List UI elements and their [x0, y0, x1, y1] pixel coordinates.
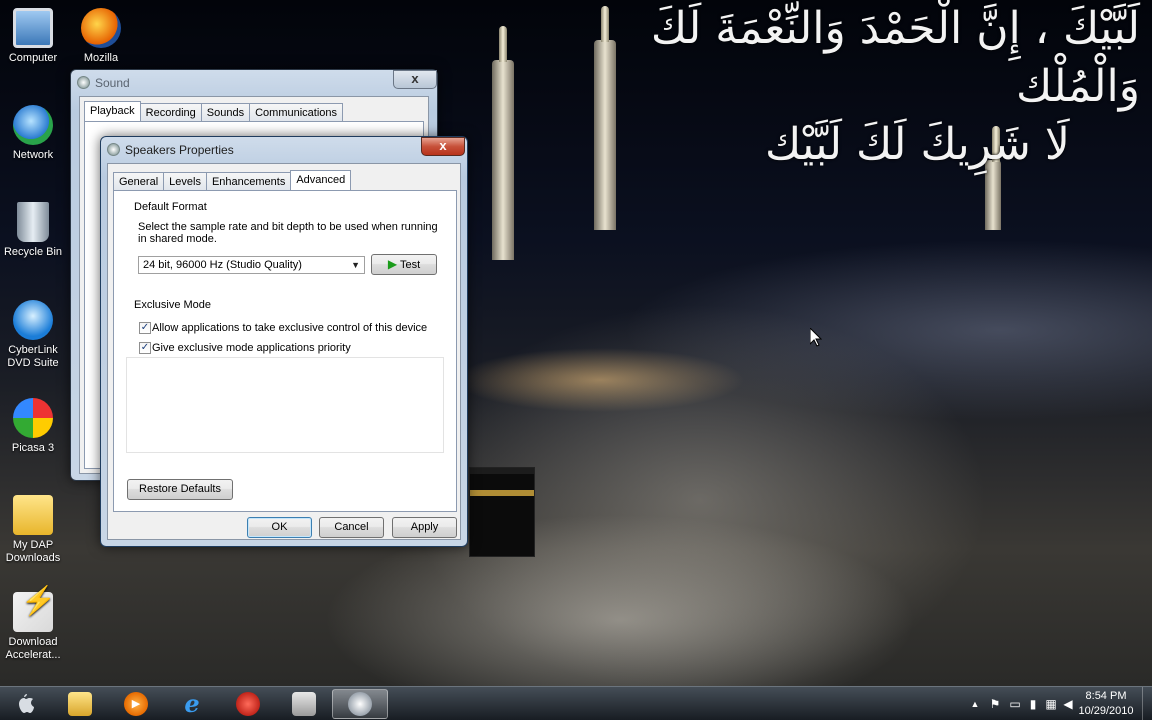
- desktop-icon-download-accelerator[interactable]: Download Accelerat...: [0, 592, 69, 662]
- exclusive-mode-heading: Exclusive Mode: [134, 299, 212, 311]
- sound-title: Sound: [95, 76, 130, 90]
- default-format-heading: Default Format: [134, 201, 207, 213]
- network-tray-icon[interactable]: ▦: [1044, 697, 1058, 711]
- minaret-left: [492, 26, 514, 260]
- speaker-icon: [77, 76, 90, 89]
- taskbar-sound-control[interactable]: [332, 689, 388, 719]
- speakers-tabs: General Levels Enhancements Advanced: [113, 170, 352, 190]
- folder-icon: [13, 495, 53, 535]
- download-accelerator-icon: [13, 592, 56, 632]
- cyberlink-icon: [13, 300, 53, 340]
- start-button[interactable]: [0, 689, 48, 719]
- picasa-icon: [13, 398, 53, 438]
- start-orb-icon: [19, 694, 34, 713]
- power-icon[interactable]: ▮: [1026, 697, 1040, 711]
- sound-control-icon: [348, 692, 372, 716]
- tab-sounds[interactable]: Sounds: [200, 103, 251, 121]
- action-center-flag-icon[interactable]: ⚑: [988, 697, 1002, 711]
- default-format-value: 24 bit, 96000 Hz (Studio Quality): [143, 259, 302, 271]
- desktop-icon-label: Picasa 3: [11, 442, 55, 454]
- play-icon: ▶: [387, 257, 398, 271]
- recycle-bin-icon: [17, 202, 49, 242]
- desktop-icon-cyberlink[interactable]: CyberLink DVD Suite: [0, 300, 69, 370]
- desktop-icon-label: Computer: [8, 52, 58, 64]
- taskbar-camera-app[interactable]: [276, 689, 332, 719]
- tab-recording[interactable]: Recording: [139, 103, 202, 121]
- clock-date: 10/29/2010: [1078, 705, 1134, 717]
- sound-tabs: Playback Recording Sounds Communications: [84, 101, 344, 121]
- speakers-client-area: General Levels Enhancements Advanced Def…: [107, 163, 461, 540]
- cancel-button[interactable]: Cancel: [319, 517, 384, 538]
- speakers-title: Speakers Properties: [125, 143, 234, 157]
- advanced-tab-panel: Default Format Select the sample rate an…: [113, 190, 457, 512]
- sound-close-button[interactable]: x: [393, 70, 437, 89]
- tab-communications[interactable]: Communications: [249, 103, 344, 121]
- desktop-icon-label: Recycle Bin: [3, 246, 63, 258]
- media-player-icon: ▶: [124, 692, 148, 716]
- internet-explorer-icon: e: [184, 689, 200, 718]
- signal-enhancements-group: [126, 357, 444, 453]
- tab-enhancements[interactable]: Enhancements: [205, 172, 292, 190]
- clock-time: 8:54 PM: [1085, 690, 1127, 702]
- wallpaper-calligraphy: لَبَّيْكَ ، إِنَّ الْحَمْدَ وَالنِّعْمَة…: [530, 0, 1150, 170]
- firefox-icon: [81, 8, 121, 48]
- desktop-icon-my-dap-downloads[interactable]: My DAP Downloads: [0, 495, 69, 565]
- test-button-label: Test: [399, 259, 421, 271]
- speakers-close-button[interactable]: x: [421, 137, 465, 156]
- restore-defaults-button[interactable]: Restore Defaults: [127, 479, 233, 500]
- taskbar-media-player[interactable]: ▶: [108, 689, 164, 719]
- ok-button[interactable]: OK: [247, 517, 312, 538]
- camera-app-icon: [292, 692, 316, 716]
- tab-levels[interactable]: Levels: [163, 172, 207, 190]
- clock[interactable]: 8:54 PM 10/29/2010: [1072, 689, 1140, 719]
- desktop-icon-network[interactable]: Network: [0, 105, 69, 162]
- default-format-description: Select the sample rate and bit depth to …: [138, 221, 438, 245]
- desktop-icon-recycle-bin[interactable]: Recycle Bin: [0, 202, 69, 259]
- tab-advanced[interactable]: Advanced: [290, 170, 352, 190]
- chevron-down-icon: ▼: [351, 260, 360, 270]
- explorer-folder-icon: [68, 692, 92, 716]
- kaaba: [470, 468, 534, 556]
- desktop-icon-label: CyberLink DVD Suite: [7, 344, 59, 369]
- desktop-icon-label: Network: [12, 149, 54, 161]
- mouse-cursor-icon: [810, 328, 822, 347]
- taskbar: ▶ e ▲ ⚑ ▭ ▮ ▦ ◀ 8:54 PM 10/29/2010: [0, 686, 1152, 720]
- desktop-icon-mozilla[interactable]: Mozilla: [65, 8, 137, 65]
- exclusive-priority-checkbox[interactable]: ✓: [139, 342, 151, 354]
- apply-button[interactable]: Apply: [392, 517, 457, 538]
- sound-titlebar[interactable]: Sound x: [71, 70, 437, 96]
- desktop-icon-computer[interactable]: Computer: [0, 8, 69, 65]
- taskbar-internet-explorer[interactable]: e: [164, 689, 220, 719]
- exclusive-priority-label[interactable]: Give exclusive mode applications priorit…: [152, 342, 351, 354]
- computer-icon: [13, 8, 53, 48]
- calligraphy-line-2: لَا شَرِيكَ لَكَ لَبَّيْك: [764, 119, 1070, 170]
- exclusive-control-checkbox[interactable]: ✓: [139, 322, 151, 334]
- network-icon: [13, 105, 53, 145]
- speaker-icon: [107, 143, 120, 156]
- speakers-properties-window: Speakers Properties x General Levels Enh…: [100, 136, 468, 547]
- tab-general[interactable]: General: [113, 172, 165, 190]
- default-format-dropdown[interactable]: 24 bit, 96000 Hz (Studio Quality) ▼: [138, 256, 365, 274]
- test-button[interactable]: ▶ Test: [371, 254, 437, 275]
- show-desktop-button[interactable]: [1142, 687, 1152, 720]
- removable-device-icon[interactable]: ▭: [1008, 697, 1022, 711]
- taskbar-explorer[interactable]: [52, 689, 108, 719]
- taskbar-browser[interactable]: [220, 689, 276, 719]
- desktop-icon-label: Download Accelerat...: [5, 636, 61, 661]
- tab-playback[interactable]: Playback: [84, 101, 141, 121]
- show-hidden-icons-icon[interactable]: ▲: [968, 697, 982, 711]
- browser-icon: [236, 692, 260, 716]
- exclusive-control-label[interactable]: Allow applications to take exclusive con…: [152, 322, 427, 334]
- desktop-icon-label: My DAP Downloads: [5, 539, 61, 564]
- calligraphy-line-1: لَبَّيْكَ ، إِنَّ الْحَمْدَ وَالنِّعْمَة…: [650, 3, 1140, 112]
- desktop-icon-label: Mozilla: [83, 52, 119, 64]
- desktop-icon-picasa[interactable]: Picasa 3: [0, 398, 69, 455]
- speakers-titlebar[interactable]: Speakers Properties x: [101, 137, 467, 163]
